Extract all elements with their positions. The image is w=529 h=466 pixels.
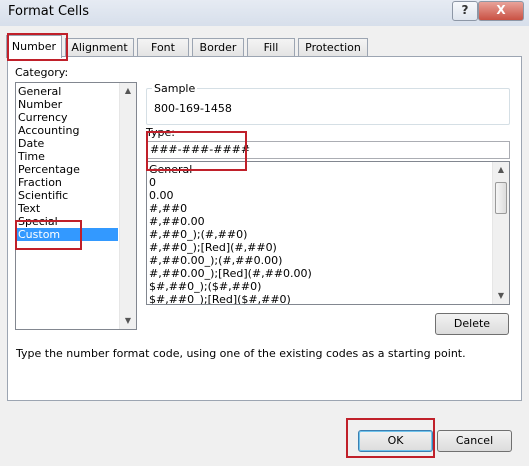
tab-fill[interactable]: Fill (247, 38, 295, 57)
tab-number[interactable]: Number (6, 35, 62, 58)
cancel-button[interactable]: Cancel (437, 430, 512, 452)
type-input[interactable]: ###-###-#### (146, 141, 510, 159)
window-title: Format Cells (8, 4, 90, 19)
tab-font[interactable]: Font (137, 38, 189, 57)
list-item[interactable]: #,##0.00_);(#,##0.00) (149, 254, 282, 267)
scroll-thumb[interactable] (495, 182, 507, 214)
list-item[interactable]: #,##0_);[Red](#,##0) (149, 241, 277, 254)
scroll-up-icon[interactable]: ▲ (493, 162, 509, 178)
list-item[interactable]: Date (18, 137, 44, 150)
category-scrollbar[interactable]: ▲ ▼ (119, 83, 136, 329)
tab-protection[interactable]: Protection (298, 38, 368, 57)
tab-border[interactable]: Border (192, 38, 244, 57)
title-bar: Format Cells ? X (0, 0, 529, 27)
scroll-down-icon[interactable]: ▼ (120, 313, 136, 329)
help-icon: ? (461, 3, 469, 17)
list-item[interactable]: #,##0.00 (149, 215, 205, 228)
list-item[interactable]: Special (18, 215, 58, 228)
format-cells-dialog: Number Alignment Font Border Fill Protec… (0, 26, 529, 466)
sample-value: 800-169-1458 (154, 102, 232, 115)
sample-label: Sample (152, 82, 198, 95)
list-item[interactable]: 0.00 (149, 189, 174, 202)
list-item[interactable]: #,##0_);(#,##0) (149, 228, 247, 241)
list-item[interactable]: General (18, 85, 61, 98)
close-icon: X (496, 3, 506, 17)
list-item[interactable]: #,##0.00_);[Red](#,##0.00) (149, 267, 312, 280)
scroll-down-icon[interactable]: ▼ (493, 288, 509, 304)
category-label: Category: (15, 66, 69, 79)
list-item[interactable]: Currency (18, 111, 68, 124)
list-item[interactable]: Number (18, 98, 62, 111)
list-item[interactable]: #,##0 (149, 202, 187, 215)
list-item[interactable]: $#,##0_);($#,##0) (149, 280, 261, 293)
list-item[interactable]: Accounting (18, 124, 79, 137)
category-list[interactable]: General Number Currency Accounting Date … (15, 82, 137, 330)
hint-text: Type the number format code, using one o… (16, 347, 466, 360)
delete-button[interactable]: Delete (435, 313, 509, 335)
help-button[interactable]: ? (452, 1, 478, 21)
list-item[interactable]: Percentage (18, 163, 80, 176)
ok-button[interactable]: OK (358, 430, 433, 452)
tab-alignment[interactable]: Alignment (65, 38, 134, 57)
list-item[interactable]: Time (18, 150, 45, 163)
close-button[interactable]: X (478, 1, 524, 21)
list-item[interactable]: Fraction (18, 176, 62, 189)
type-label: Type: (146, 126, 175, 139)
list-item[interactable]: General (149, 163, 192, 176)
scroll-up-icon[interactable]: ▲ (120, 83, 136, 99)
list-item[interactable]: $#,##0_);[Red]($#,##0) (149, 293, 291, 304)
format-code-scrollbar[interactable]: ▲ ▼ (492, 162, 509, 304)
list-item[interactable]: 0 (149, 176, 156, 189)
list-item[interactable]: Text (18, 202, 40, 215)
format-code-list[interactable]: General 0 0.00 #,##0 #,##0.00 #,##0_);(#… (146, 161, 510, 305)
list-item-selected[interactable]: Custom (17, 228, 118, 241)
list-item[interactable]: Scientific (18, 189, 68, 202)
